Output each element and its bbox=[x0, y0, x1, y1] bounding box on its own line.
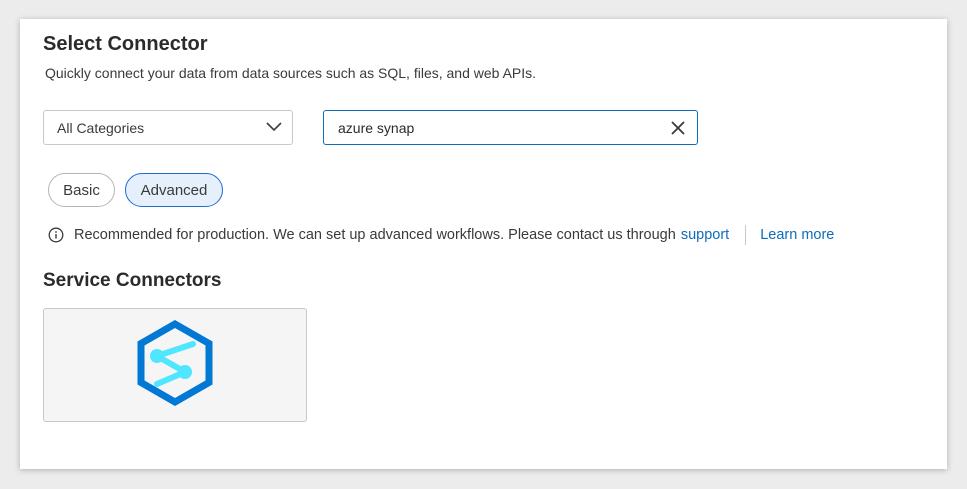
connector-card-azure-synapse[interactable] bbox=[43, 308, 307, 422]
support-link[interactable]: support bbox=[681, 227, 729, 243]
page-subtitle: Quickly connect your data from data sour… bbox=[45, 65, 537, 81]
azure-synapse-icon bbox=[135, 319, 215, 411]
category-dropdown[interactable]: All Categories bbox=[43, 110, 293, 145]
clear-search-button[interactable] bbox=[667, 117, 689, 139]
close-icon bbox=[671, 120, 685, 135]
page-title: Select Connector bbox=[43, 33, 208, 55]
search-box[interactable] bbox=[323, 110, 698, 145]
category-dropdown-value: All Categories bbox=[57, 119, 145, 136]
search-input[interactable] bbox=[338, 119, 638, 136]
learn-more-link[interactable]: Learn more bbox=[760, 227, 834, 243]
info-icon bbox=[48, 227, 64, 243]
advanced-mode-button[interactable]: Advanced bbox=[125, 173, 223, 207]
chevron-down-icon bbox=[266, 119, 282, 137]
service-connectors-title: Service Connectors bbox=[43, 270, 222, 291]
basic-mode-button[interactable]: Basic bbox=[48, 173, 115, 207]
link-divider bbox=[745, 225, 747, 245]
connector-panel: Select Connector Quickly connect your da… bbox=[20, 19, 947, 469]
info-message-row: Recommended for production. We can set u… bbox=[48, 225, 834, 245]
info-message: Recommended for production. We can set u… bbox=[74, 227, 676, 243]
